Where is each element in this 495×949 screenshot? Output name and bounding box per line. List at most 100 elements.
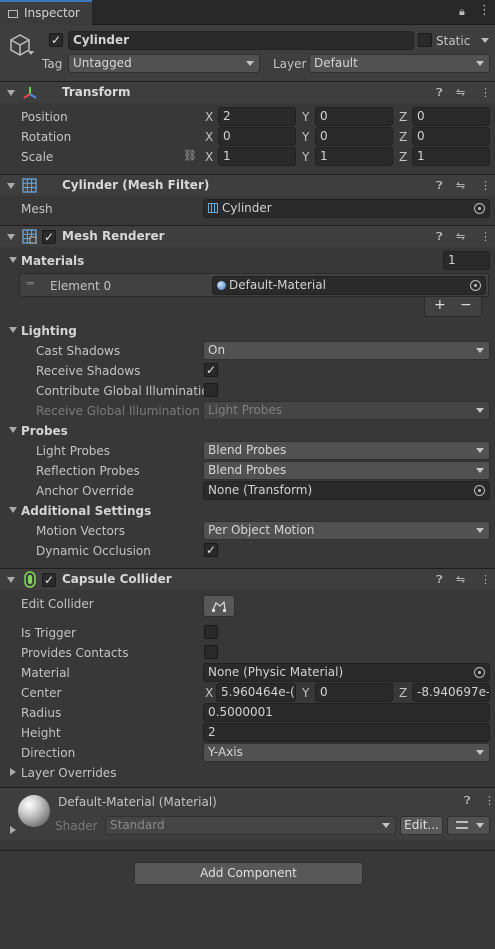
probes-foldout-icon[interactable] [9,427,17,433]
foldout-arrow-icon[interactable] [7,183,15,189]
edit-collider-button[interactable] [203,595,235,617]
kebab-menu-icon[interactable]: ⋮ [480,230,491,243]
anchor-override-field[interactable]: None (Transform) [203,481,490,500]
kebab-menu-icon[interactable]: ⋮ [484,794,495,807]
physic-material-field[interactable]: None (Physic Material) [203,663,490,682]
component-title: Transform [62,85,131,99]
enabled-toggle[interactable]: ✓ [42,573,56,587]
divider [0,850,495,851]
help-icon[interactable]: ❓︎ [436,573,443,587]
rotation-x-field[interactable]: 0 [218,127,296,146]
scale-x-field[interactable]: 1 [218,147,296,166]
provides-contacts-toggle[interactable] [204,645,218,659]
material-options-dropdown[interactable] [447,816,490,835]
name-field[interactable]: Cylinder [68,31,414,50]
receive-gi-dropdown: Light Probes [203,401,490,420]
active-toggle[interactable]: ✓ [49,33,63,47]
material-foldout-icon[interactable] [10,826,16,834]
preset-icon[interactable]: ⇋ [456,179,465,192]
center-z-field[interactable]: -8.940697e- [412,683,490,702]
mesh-renderer-header[interactable]: ✓ Mesh Renderer ❓︎ ⇋ ⋮ [0,225,495,247]
layer-overrides-foldout-icon[interactable] [10,768,16,776]
help-icon[interactable]: ❓︎ [464,794,471,808]
mesh-filter-header[interactable]: Cylinder (Mesh Filter) ❓︎ ⇋ ⋮ [0,174,495,196]
help-icon[interactable]: ❓︎ [436,179,443,193]
center-y-field[interactable]: 0 [315,683,393,702]
rotation-z-field[interactable]: 0 [412,127,490,146]
center-x-field[interactable]: 5.960464e-( [216,683,296,702]
scale-y-field[interactable]: 1 [315,147,393,166]
receive-shadows-toggle[interactable]: ✓ [204,363,218,377]
preset-icon[interactable]: ⇋ [456,230,465,243]
direction-label: Direction [21,746,76,760]
lock-icon[interactable]: 🔒︎ [459,5,465,19]
capsule-collider-header[interactable]: ✓ Capsule Collider ❓︎ ⇋ ⋮ [0,568,495,590]
materials-foldout-icon[interactable] [9,257,17,263]
drag-handle-icon[interactable]: ═ [27,277,34,290]
material-section: Default-Material (Material) ❓︎ ⋮ Shader … [0,788,495,840]
cast-shadows-dropdown[interactable]: On [203,341,490,360]
tag-label: Tag [42,57,63,71]
mesh-object-field[interactable]: Cylinder [203,199,490,218]
motion-vectors-dropdown[interactable]: Per Object Motion [203,521,490,540]
kebab-menu-icon[interactable]: ⋮ [480,86,491,99]
static-label: Static [436,34,471,48]
shader-dropdown[interactable]: Standard [105,816,396,835]
enabled-toggle[interactable]: ✓ [42,230,56,244]
add-component-button[interactable]: Add Component [134,862,363,885]
light-probes-dropdown[interactable]: Blend Probes [203,441,490,460]
foldout-arrow-icon[interactable] [7,577,15,583]
position-y-field[interactable]: 0 [315,107,393,126]
materials-count-field[interactable]: 1 [443,251,490,270]
lighting-foldout-icon[interactable] [9,327,17,333]
contribute-gi-toggle[interactable] [204,383,218,397]
kebab-menu-icon[interactable]: ⋮ [478,3,491,18]
help-icon[interactable]: ❓︎ [436,86,443,100]
scale-z-field[interactable]: 1 [412,147,490,166]
add-element-button[interactable]: + [434,297,446,313]
static-dropdown-icon[interactable] [481,38,489,43]
rotation-y-field[interactable]: 0 [315,127,393,146]
reflection-probes-label: Reflection Probes [36,464,140,478]
position-z-field[interactable]: 0 [412,107,490,126]
position-label: Position [21,110,68,124]
position-x-field[interactable]: 2 [218,107,296,126]
static-toggle[interactable] [418,33,432,47]
help-icon[interactable]: ❓︎ [436,230,443,244]
preset-icon[interactable]: ⇋ [456,573,465,586]
radius-field[interactable]: 0.5000001 [203,703,490,722]
reflection-probes-dropdown[interactable]: Blend Probes [203,461,490,480]
layer-overrides-label[interactable]: Layer Overrides [21,765,116,781]
y-axis-label: Y [302,110,310,124]
kebab-menu-icon[interactable]: ⋮ [480,179,491,192]
preset-icon[interactable]: ⇋ [456,86,465,99]
direction-dropdown[interactable]: Y-Axis [203,743,490,762]
tag-dropdown[interactable]: Untagged [68,54,260,73]
remove-element-button[interactable]: − [460,297,472,313]
constrain-proportions-icon[interactable]: ⛓ [183,149,197,162]
object-picker-icon[interactable] [474,667,485,678]
object-picker-icon[interactable] [470,280,481,291]
height-field[interactable]: 2 [203,723,490,742]
element-0-material-field[interactable]: Default-Material [212,276,486,295]
edit-shader-button[interactable]: Edit... [400,816,443,835]
dynamic-occlusion-toggle[interactable]: ✓ [204,543,218,557]
mesh-icon [208,203,218,213]
dropdown-arrow-icon[interactable] [28,51,34,55]
center-label: Center [21,686,62,700]
object-picker-icon[interactable] [474,203,485,214]
foldout-arrow-icon[interactable] [7,234,15,240]
layer-dropdown[interactable]: Default [309,54,490,73]
additional-settings-foldout-icon[interactable] [9,507,17,513]
is-trigger-toggle[interactable] [204,625,218,639]
component-title: Mesh Renderer [62,229,165,243]
object-picker-icon[interactable] [474,485,485,496]
probes-header: Probes [21,424,68,438]
kebab-menu-icon[interactable]: ⋮ [480,573,491,586]
foldout-arrow-icon[interactable] [7,90,15,96]
layer-label: Layer [273,57,307,71]
anchor-override-label: Anchor Override [36,484,135,498]
transform-header[interactable]: Transform ❓︎ ⇋ ⋮ [0,81,495,103]
x-axis-label: X [205,686,214,700]
tab-inspector[interactable]: Inspector [0,0,92,25]
